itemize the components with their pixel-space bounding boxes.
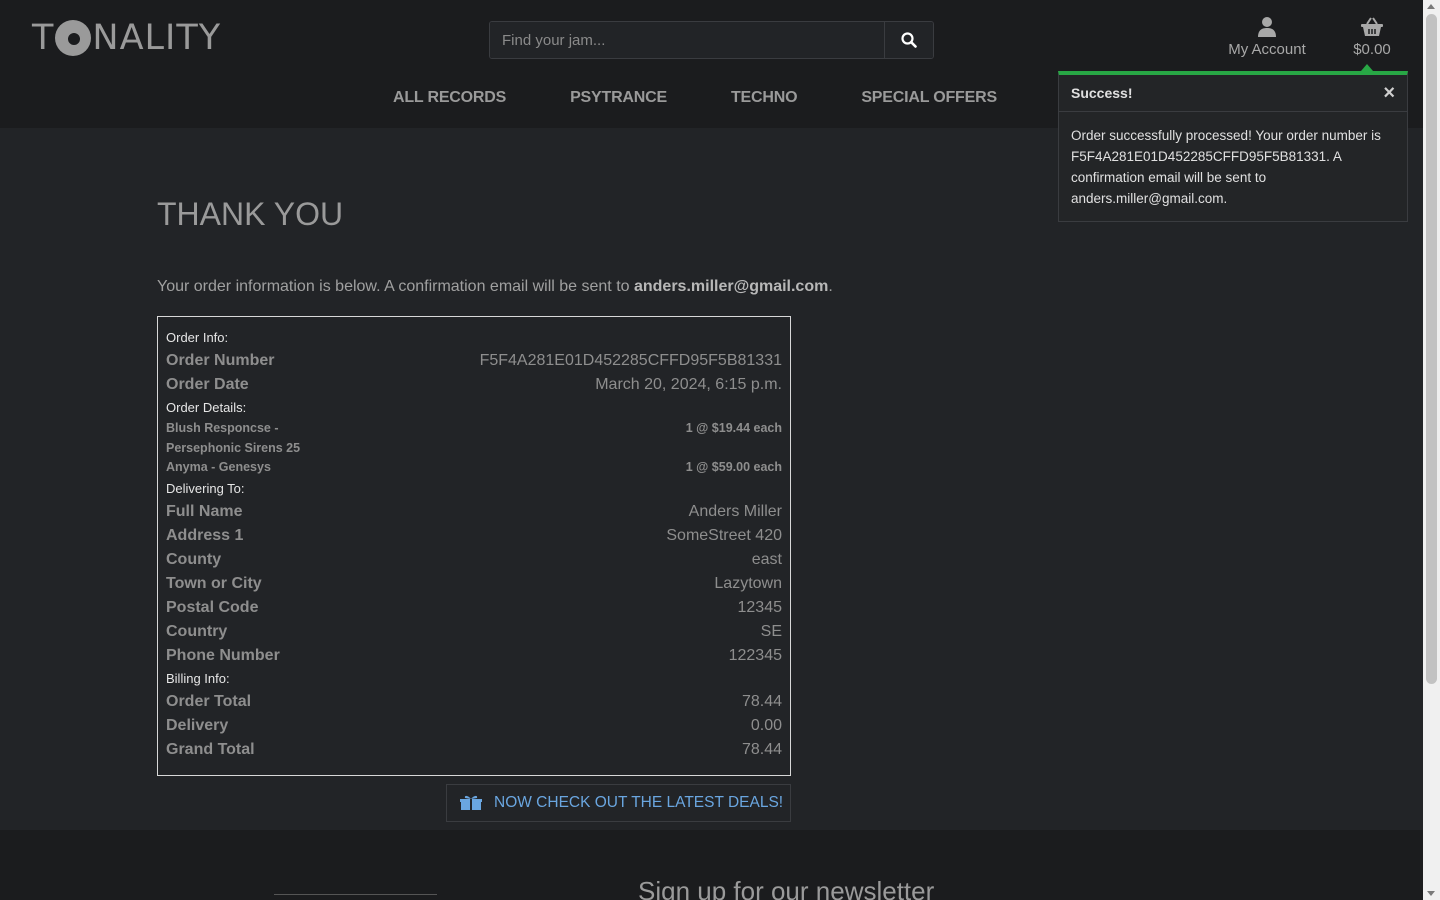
order-number-value: F5F4A281E01D452285CFFD95F5B81331 xyxy=(479,352,782,369)
delivery-row: County east xyxy=(166,548,782,572)
footer-divider xyxy=(274,894,437,895)
delivery-value: SE xyxy=(760,622,782,640)
toast-header: Success! × xyxy=(1059,75,1407,112)
close-icon[interactable]: × xyxy=(1383,82,1395,105)
order-item-qty: 1 @ $19.44 each xyxy=(685,421,782,435)
lead-end: . xyxy=(828,278,833,295)
nav-special-offers[interactable]: SPECIAL OFFERS xyxy=(861,89,997,107)
delivery-key: Full Name xyxy=(166,502,243,520)
order-info-label: Order Info: xyxy=(166,330,229,345)
delivery-row: Country SE xyxy=(166,620,782,644)
order-date-row: Order Date March 20, 2024, 6:15 p.m. xyxy=(166,373,782,397)
nav-all-records[interactable]: ALL RECORDS xyxy=(393,89,506,107)
order-date-value: March 20, 2024, 6:15 p.m. xyxy=(595,376,782,393)
order-item-name: Blush Responcse - Persephonic Sirens 25 xyxy=(166,421,301,455)
delivery-value: east xyxy=(751,550,782,568)
delivery-row: Full Name Anders Miller xyxy=(166,500,782,524)
success-toast: Success! × Order successfully processed!… xyxy=(1058,64,1408,222)
logo-text-start: T xyxy=(32,18,55,58)
page-title: THANK YOU xyxy=(157,196,344,232)
order-item-qty: 1 @ $59.00 each xyxy=(685,460,782,474)
delivery-value: Anders Miller xyxy=(688,502,782,520)
delivery-row: Phone Number 122345 xyxy=(166,644,782,668)
billing-row: Order Total 78.44 xyxy=(166,690,782,714)
billing-value: 78.44 xyxy=(741,740,782,758)
lead-text: Your order information is below. A confi… xyxy=(157,278,634,295)
delivery-key: County xyxy=(166,550,222,568)
delivery-key: Postal Code xyxy=(166,598,259,616)
delivery-row: Town or City Lazytown xyxy=(166,572,782,596)
nav-techno[interactable]: TECHNO xyxy=(731,89,798,107)
search-icon xyxy=(901,32,917,48)
delivery-key: Phone Number xyxy=(166,646,280,664)
delivery-value: 12345 xyxy=(737,598,783,616)
scroll-up-arrow-icon[interactable] xyxy=(1427,4,1435,9)
billing-row: Delivery 0.00 xyxy=(166,714,782,738)
order-number-row: Order Number F5F4A281E01D452285CFFD95F5B… xyxy=(166,349,782,373)
gift-icon xyxy=(460,795,482,810)
delivering-to-label: Delivering To: xyxy=(166,480,245,496)
page-scrollbar[interactable] xyxy=(1423,0,1440,900)
cart-total: $0.00 xyxy=(1353,41,1391,58)
order-number-key: Order Number xyxy=(166,352,275,369)
main-nav: ALL RECORDS PSYTRANCE TECHNO SPECIAL OFF… xyxy=(393,89,1084,107)
order-details-label: Order Details: xyxy=(166,400,247,415)
scrollbar-thumb[interactable] xyxy=(1426,14,1437,684)
order-lead-text: Your order information is below. A confi… xyxy=(157,278,833,296)
delivery-key: Country xyxy=(166,622,228,640)
order-item-name: Anyma - Genesys xyxy=(166,460,271,474)
site-footer: Sign up for our newsletter xyxy=(0,830,1423,900)
lead-email: anders.miller@gmail.com xyxy=(633,278,829,295)
nav-psytrance[interactable]: PSYTRANCE xyxy=(570,89,667,107)
order-item-row: Anyma - Genesys 1 @ $59.00 each xyxy=(166,458,782,478)
latest-deals-button[interactable]: NOW CHECK OUT THE LATEST DEALS! xyxy=(446,784,791,822)
latest-deals-label: NOW CHECK OUT THE LATEST DEALS! xyxy=(494,794,784,811)
logo[interactable]: T NALITY xyxy=(32,18,221,58)
order-item-row: Blush Responcse - Persephonic Sirens 25 … xyxy=(166,419,782,458)
delivery-key: Town or City xyxy=(166,574,262,592)
vinyl-record-icon xyxy=(55,20,92,56)
billing-row: Grand Total 78.44 xyxy=(166,738,782,762)
user-icon xyxy=(1258,17,1276,37)
delivery-key: Address 1 xyxy=(166,526,244,544)
billing-info-label: Billing Info: xyxy=(166,670,230,686)
newsletter-heading: Sign up for our newsletter xyxy=(638,876,935,900)
my-account-label: My Account xyxy=(1228,41,1306,58)
toast-arrow xyxy=(1361,64,1373,71)
logo-text-end: NALITY xyxy=(92,18,222,58)
scroll-down-arrow-icon[interactable] xyxy=(1427,891,1435,896)
delivery-value: SomeStreet 420 xyxy=(666,526,782,544)
billing-value: 78.44 xyxy=(741,692,782,710)
toast-message: Order successfully processed! Your order… xyxy=(1071,128,1381,206)
billing-key: Grand Total xyxy=(166,740,255,758)
billing-key: Order Total xyxy=(166,692,252,710)
delivery-row: Address 1 SomeStreet 420 xyxy=(166,524,782,548)
billing-key: Delivery xyxy=(166,716,229,734)
order-date-key: Order Date xyxy=(166,376,249,393)
order-summary: Order Info: Order Number F5F4A281E01D452… xyxy=(157,316,791,776)
basket-icon xyxy=(1361,17,1383,36)
shopping-cart-link[interactable]: $0.00 xyxy=(1346,16,1398,58)
search-input[interactable] xyxy=(490,22,884,58)
delivery-value: 122345 xyxy=(728,646,782,664)
toast-title: Success! xyxy=(1071,85,1133,101)
delivery-row: Postal Code 12345 xyxy=(166,596,782,620)
search-bar xyxy=(489,21,934,59)
billing-value: 0.00 xyxy=(750,716,782,734)
search-button[interactable] xyxy=(884,22,933,58)
delivery-value: Lazytown xyxy=(714,574,782,592)
my-account-link[interactable]: My Account xyxy=(1222,16,1312,58)
